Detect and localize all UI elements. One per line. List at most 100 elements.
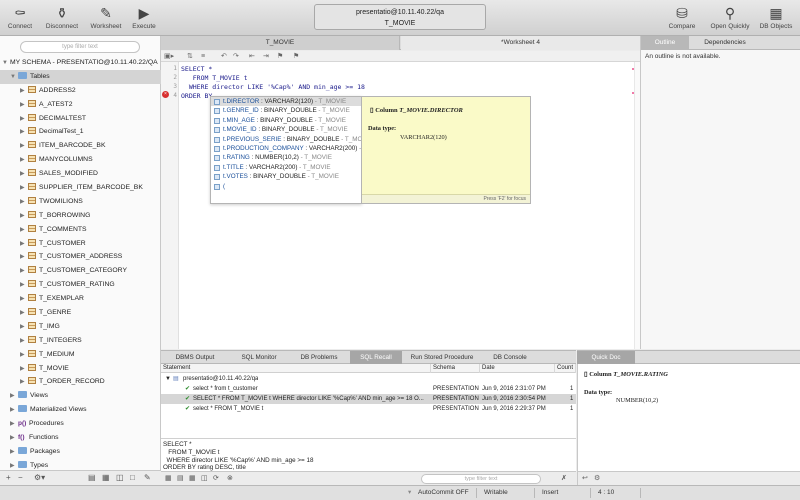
column-header-schema[interactable]: Schema: [431, 364, 480, 373]
list-icon[interactable]: ≡: [201, 51, 205, 62]
table-item[interactable]: ▶ A_ATEST2: [0, 98, 161, 112]
table-item[interactable]: ▶ T_CUSTOMER: [0, 237, 161, 251]
autocomplete-list[interactable]: t.DIRECTOR : VARCHAR2(120) - T_MOVIE t.GE…: [210, 96, 362, 204]
tab-dbms-output[interactable]: DBMS Output: [161, 351, 229, 364]
table-item[interactable]: ▶ T_IMG: [0, 320, 161, 334]
table-item[interactable]: ▶ T_COMMENTS: [0, 223, 161, 237]
execute-button[interactable]: ▶ Execute: [124, 3, 164, 35]
code-line[interactable]: SELECT *: [181, 65, 212, 73]
table-item[interactable]: ▶ T_CUSTOMER_RATING: [0, 278, 161, 292]
tree-folder[interactable]: ▶ Packages: [0, 445, 161, 459]
split-icon[interactable]: ◫: [116, 473, 124, 482]
refresh-icon[interactable]: ⟳: [213, 474, 219, 482]
table-row[interactable]: ✔ select * FROM T_MOVIE t PRESENTATION Jun …: [161, 404, 576, 414]
group-row[interactable]: ▼ ▤ presentatio@10.11.40.22/qa: [161, 374, 576, 384]
tab-outline[interactable]: Outline: [641, 36, 689, 50]
tree-folder[interactable]: ▶ Materialized Views: [0, 403, 161, 417]
edit-icon[interactable]: ✎: [144, 473, 151, 482]
table-item[interactable]: ▶ T_GENRE: [0, 306, 161, 320]
table-item[interactable]: ▶ T_EXEMPLAR: [0, 292, 161, 306]
table-row[interactable]: ✔ SELECT * FROM T_MOVIE t WHERE director …: [161, 394, 576, 404]
list-icon[interactable]: ▤: [177, 474, 184, 482]
delete-icon[interactable]: ⊗: [227, 474, 233, 482]
autocomplete-item[interactable]: t.DIRECTOR : VARCHAR2(120) - T_MOVIE: [211, 97, 361, 107]
grid-icon[interactable]: ▦: [102, 473, 110, 482]
copy-icon[interactable]: ◫: [201, 474, 208, 482]
connection-indicator[interactable]: presentatio@10.11.40.22/qa T_MOVIE: [314, 4, 486, 30]
autocomplete-item[interactable]: (: [211, 182, 361, 191]
tree-folder[interactable]: ▶ p() Procedures: [0, 417, 161, 431]
autocomplete-item[interactable]: t.GENRE_ID : BINARY_DOUBLE - T_MOVIE: [211, 106, 361, 115]
flag-icon[interactable]: ⚑: [277, 51, 283, 62]
worksheet-button[interactable]: ✎ Worksheet: [86, 3, 126, 35]
tree-folder[interactable]: ▶ f() Functions: [0, 431, 161, 445]
column-header-date[interactable]: Date: [480, 364, 555, 373]
tab-worksheet-4[interactable]: *Worksheet 4: [401, 36, 640, 50]
bookmark-icon[interactable]: ⚑: [293, 51, 299, 62]
table-item[interactable]: ▶ T_CUSTOMER_ADDRESS: [0, 250, 161, 264]
tab-run-stored-procedure[interactable]: Run Stored Procedure: [403, 351, 481, 364]
autocomplete-item[interactable]: t.RATING : NUMBER(10,2) - T_MOVIE: [211, 153, 361, 162]
table-item[interactable]: ▶ DecimalTest_1: [0, 125, 161, 139]
tree-folder[interactable]: ▶ Views: [0, 389, 161, 403]
sort-icon[interactable]: ⇅: [187, 51, 193, 62]
open-quickly-button[interactable]: ⚲ Open Quickly: [708, 3, 752, 35]
autocommit-status[interactable]: AutoCommit OFF: [418, 486, 469, 500]
clear-icon[interactable]: ✗: [561, 474, 567, 482]
table-item[interactable]: ▶ T_INTEGERS: [0, 334, 161, 348]
redo-icon[interactable]: ↷: [233, 51, 239, 62]
tables-folder[interactable]: ▼ Tables: [0, 69, 161, 84]
table-row[interactable]: ✔ select * from t_customer PRESENTATION Jun…: [161, 384, 576, 394]
table-item[interactable]: ▶ SUPPLIER_ITEM_BARCODE_BK: [0, 181, 161, 195]
autocomplete-item[interactable]: t.MIN_AGE : BINARY_DOUBLE - T_MOVIE: [211, 116, 361, 125]
tab-sql-recall[interactable]: SQL Recall: [350, 351, 402, 364]
autocomplete-item[interactable]: t.PRODUCTION_COMPANY : VARCHAR2(200) - T…: [211, 144, 361, 153]
table-item[interactable]: ▶ DECIMALTEST: [0, 112, 161, 126]
recall-filter-input[interactable]: type filter text: [421, 474, 541, 484]
table-icon[interactable]: ▦: [189, 474, 196, 482]
db-objects-button[interactable]: ▦ DB Objects: [756, 3, 796, 35]
dropdown-icon[interactable]: ▾: [408, 486, 411, 500]
grid-icon[interactable]: ▦: [165, 474, 172, 482]
remove-icon[interactable]: −: [18, 473, 23, 482]
connect-button[interactable]: ⚰ Connect: [0, 3, 40, 35]
table-item[interactable]: ▶ T_CUSTOMER_CATEGORY: [0, 264, 161, 278]
autocomplete-item[interactable]: t.TITLE : VARCHAR2(200) - T_MOVIE: [211, 163, 361, 172]
back-icon[interactable]: ↩: [582, 474, 588, 482]
disconnect-button[interactable]: ⚱ Disconnect: [42, 3, 82, 35]
table-item[interactable]: ▶ SALES_MODIFIED: [0, 167, 161, 181]
column-header-count[interactable]: Count: [555, 364, 576, 373]
undo-icon[interactable]: ↶: [221, 51, 227, 62]
schema-node[interactable]: ▼ MY SCHEMA - PRESENTATIO@10.11.40.22/QA: [0, 56, 161, 70]
autocomplete-item[interactable]: t.VOTES : BINARY_DOUBLE - T_MOVIE: [211, 172, 361, 181]
panel-icon[interactable]: □: [130, 473, 135, 482]
autocomplete-item[interactable]: t.MOVIE_ID : BINARY_DOUBLE - T_MOVIE: [211, 125, 361, 134]
tab-sql-monitor[interactable]: SQL Monitor: [230, 351, 288, 364]
table-item[interactable]: ▶ T_MEDIUM: [0, 348, 161, 362]
settings-icon[interactable]: ⚙: [594, 474, 600, 482]
code-line[interactable]: FROM T_MOVIE t: [181, 74, 248, 82]
code-line[interactable]: WHERE director LIKE '%Cap%' AND min_age …: [181, 83, 365, 91]
table-item[interactable]: ▶ MANYCOLUMNS: [0, 153, 161, 167]
format-icon[interactable]: ⇤: [249, 51, 255, 62]
indent-icon[interactable]: ⇥: [263, 51, 269, 62]
tab-db-console[interactable]: DB Console: [482, 351, 538, 364]
column-header-statement[interactable]: Statement: [161, 364, 431, 373]
tab-quick-doc[interactable]: Quick Doc: [577, 351, 635, 364]
tab-dependencies[interactable]: Dependencies: [689, 36, 761, 50]
run-icon[interactable]: ▣▸: [164, 51, 174, 62]
table-item[interactable]: ▶ ADDRESS2: [0, 84, 161, 98]
compare-button[interactable]: ⛁ Compare: [662, 3, 702, 35]
gear-icon[interactable]: ⚙▾: [34, 473, 45, 482]
tab-db-problems[interactable]: DB Problems: [289, 351, 349, 364]
tab-t-movie[interactable]: T_MOVIE: [161, 36, 400, 50]
table-item[interactable]: ▶ TWOMILIONS: [0, 195, 161, 209]
table-item[interactable]: ▶ T_ORDER_RECORD: [0, 375, 161, 389]
add-icon[interactable]: +: [6, 473, 11, 482]
autocomplete-item[interactable]: t.PREVIOUS_SERIE : BINARY_DOUBLE - T_MOV…: [211, 135, 361, 144]
table-item[interactable]: ▶ T_MOVIE: [0, 362, 161, 376]
columns-icon[interactable]: ▤: [88, 473, 96, 482]
table-item[interactable]: ▶ ITEM_BARCODE_BK: [0, 139, 161, 153]
table-item[interactable]: ▶ T_BORROWING: [0, 209, 161, 223]
schema-filter-input[interactable]: type filter text: [20, 41, 140, 53]
